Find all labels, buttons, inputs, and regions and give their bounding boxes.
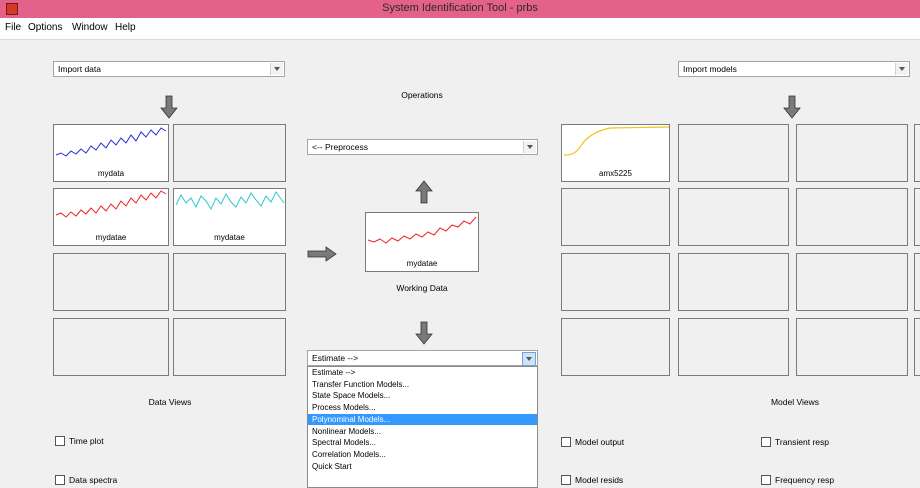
data-board-2[interactable] [173,124,286,182]
model-board-6[interactable] [678,188,789,246]
model-board-1-plot [563,126,669,156]
model-board-4[interactable] [914,124,920,182]
frequency-resp-label: Frequency resp [775,475,835,485]
data-board-3[interactable]: mydatae [53,188,169,246]
model-board-16[interactable] [914,318,920,376]
model-board-13[interactable] [561,318,670,376]
arrow-right-icon [307,246,337,262]
model-board-11[interactable] [796,253,908,311]
model-board-9[interactable] [561,253,670,311]
data-board-3-plot [55,190,167,218]
data-board-6[interactable] [173,253,286,311]
time-plot-label: Time plot [69,436,104,446]
estimate-option[interactable]: Spectral Models... [308,437,537,449]
model-board-3[interactable] [796,124,908,182]
model-board-10[interactable] [678,253,789,311]
transient-resp-label: Transient resp [775,437,830,447]
arrow-up-icon [415,180,433,204]
estimate-option[interactable]: Nonlinear Models... [308,426,537,438]
chevron-down-icon [270,63,283,75]
estimate-option[interactable]: Quick Start [308,461,537,473]
estimate-option-selected[interactable]: Polynominal Models... [308,413,537,426]
frequency-resp-checkbox[interactable] [761,475,771,485]
model-resids-checkbox[interactable] [561,475,571,485]
model-board-7[interactable] [796,188,908,246]
estimate-select[interactable]: Estimate --> [307,350,538,366]
arrow-down-icon [415,321,433,345]
estimate-option[interactable]: Correlation Models... [308,449,537,461]
import-data-select[interactable]: Import data [53,61,285,77]
data-spectra-label: Data spectra [69,475,118,485]
model-board-15[interactable] [796,318,908,376]
estimate-option[interactable]: Estimate --> [308,367,537,379]
operations-label: Operations [401,90,443,100]
arrow-down-icon [160,95,178,119]
data-board-1[interactable]: mydata [53,124,169,182]
chevron-down-icon [522,352,536,366]
model-board-5[interactable] [561,188,670,246]
model-board-8[interactable] [914,188,920,246]
menu-options[interactable]: Options [28,22,62,33]
time-plot-checkbox[interactable] [55,436,65,446]
estimate-option[interactable]: Transfer Function Models... [308,379,537,391]
working-data-board[interactable]: mydatae [365,212,479,272]
menu-help[interactable]: Help [115,22,136,33]
data-board-8[interactable] [173,318,286,376]
data-board-4-plot [175,191,285,211]
data-board-4[interactable]: mydatae [173,188,286,246]
title-bar: System Identification Tool - prbs [0,0,920,18]
menu-bar: File Options Window Help [0,18,920,40]
data-board-1-plot [55,127,167,157]
menu-window[interactable]: Window [72,22,108,33]
chevron-down-icon [895,63,908,75]
window-title: System Identification Tool - prbs [382,2,538,14]
estimate-option[interactable]: State Space Models... [308,390,537,402]
data-board-4-label: mydatae [214,233,245,242]
transient-resp-checkbox[interactable] [761,437,771,447]
data-spectra-checkbox[interactable] [55,475,65,485]
model-resids-label: Model resids [575,475,624,485]
arrow-down-icon [783,95,801,119]
menu-file[interactable]: File [5,22,21,33]
data-views-label: Data Views [148,397,192,407]
model-board-12[interactable] [914,253,920,311]
chevron-down-icon [523,141,536,153]
estimate-dropdown-list: Estimate --> Transfer Function Models...… [307,366,538,488]
working-data-signal-plot [367,216,477,244]
model-board-14[interactable] [678,318,789,376]
model-views-label: Model Views [770,397,820,407]
preprocess-select[interactable]: <-- Preprocess [307,139,538,155]
data-board-7[interactable] [53,318,169,376]
data-board-1-label: mydata [97,169,125,178]
working-data-name: mydatae [406,259,438,268]
data-board-5[interactable] [53,253,169,311]
estimate-option[interactable]: Process Models... [308,402,537,414]
model-output-checkbox[interactable] [561,437,571,447]
model-output-label: Model output [575,437,625,447]
working-data-label: Working Data [396,283,448,293]
model-board-2[interactable] [678,124,789,182]
data-board-3-label: mydatae [95,233,127,242]
model-board-1[interactable]: amx5225 [561,124,670,182]
import-models-select[interactable]: Import models [678,61,910,77]
model-board-1-label: amx5225 [599,169,632,178]
